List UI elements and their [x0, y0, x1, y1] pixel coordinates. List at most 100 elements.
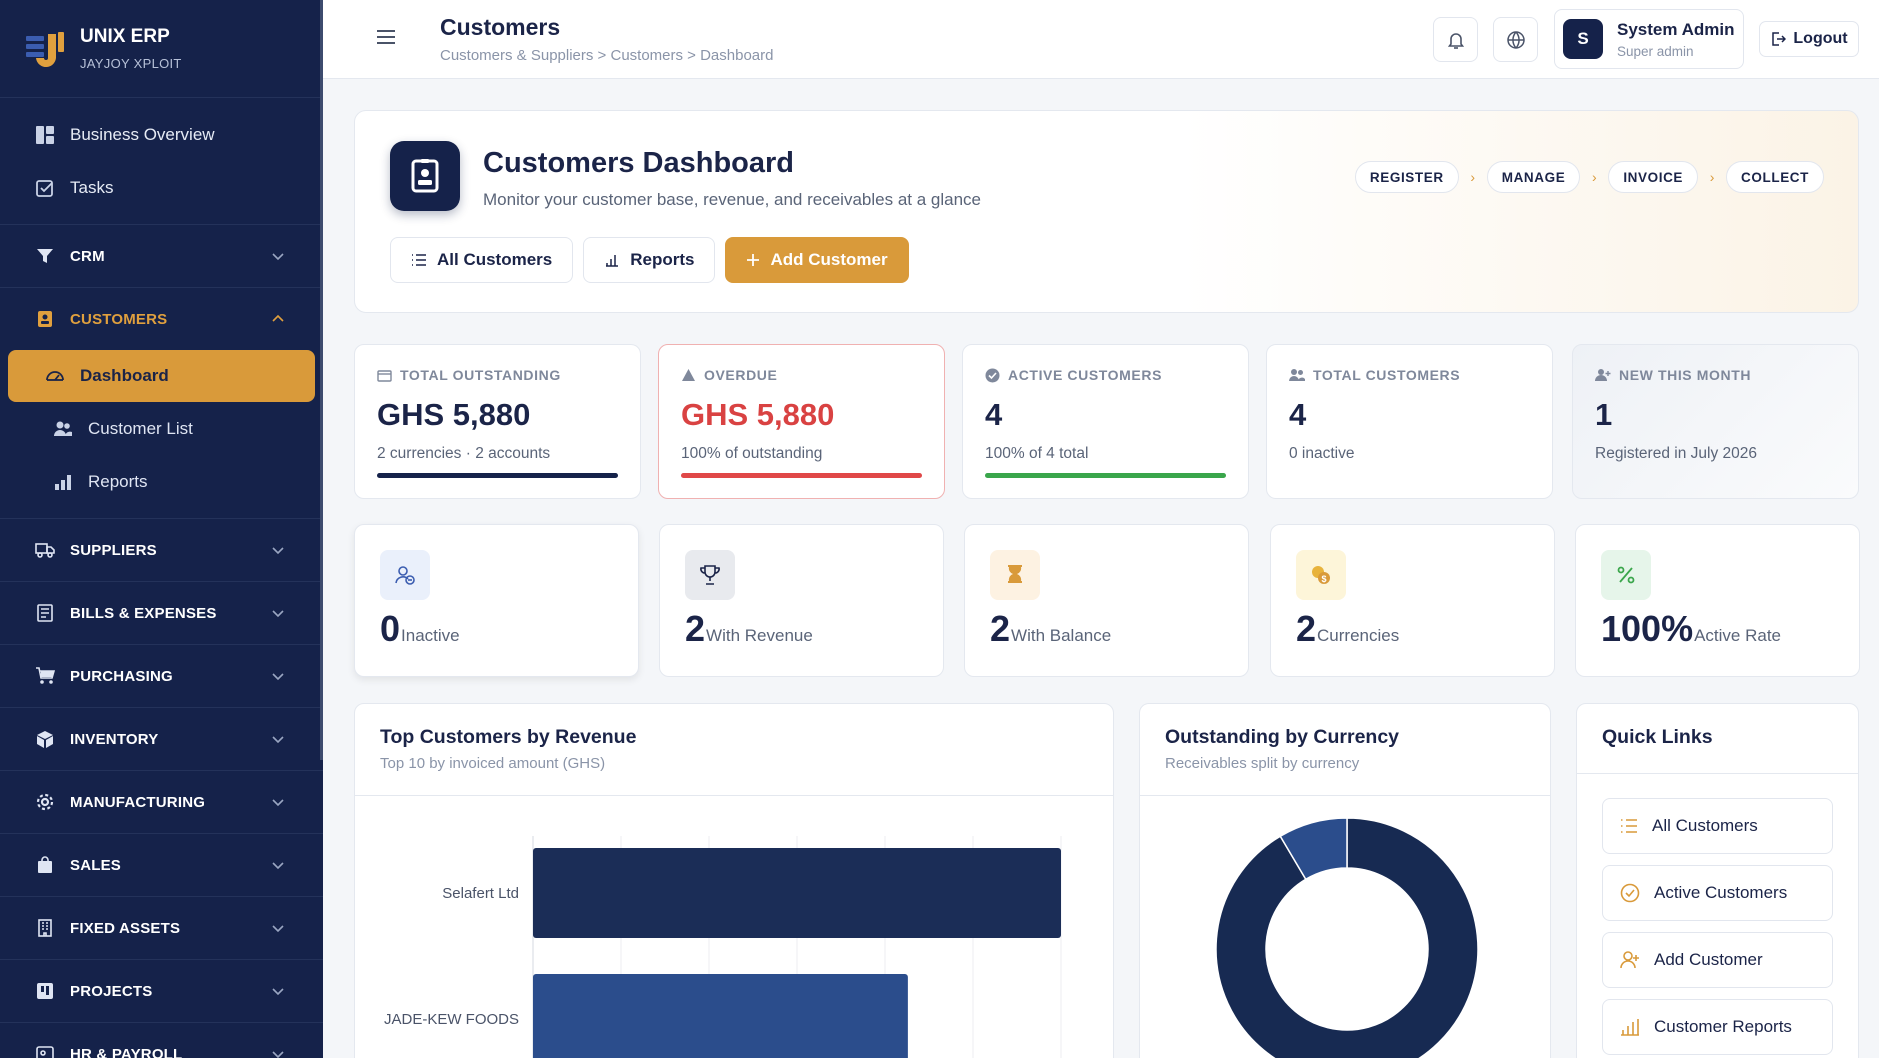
sidebar-section-inventory[interactable]: INVENTORY — [0, 707, 323, 770]
sidebar-section-bills-expenses[interactable]: BILLS & EXPENSES — [0, 581, 323, 644]
avatar: S — [1563, 19, 1603, 59]
all-customers-button[interactable]: All Customers — [390, 237, 574, 283]
unix-erp-logo-icon — [26, 31, 64, 67]
sidebar-item-business-overview[interactable]: Business Overview — [0, 108, 323, 161]
sidebar-section-label: PURCHASING — [70, 667, 173, 685]
add-customer-label: Add Customer — [770, 250, 888, 269]
sidebar-scrollbar[interactable] — [320, 0, 323, 760]
chevron-down-icon — [272, 253, 284, 261]
brand-name: UNIX ERP — [80, 26, 170, 47]
sidebar-section-label: SALES — [70, 856, 122, 874]
flow-step-invoice: INVOICE — [1608, 161, 1699, 193]
mini-value: 0 — [380, 608, 401, 649]
chevron-down-icon — [272, 610, 284, 618]
sidebar-item-customer-list[interactable]: Customer List — [8, 402, 315, 455]
brand[interactable]: UNIX ERP JAYJOY XPLOIT — [0, 0, 323, 98]
panel-subtitle: Top 10 by invoiced amount (GHS) — [380, 755, 606, 772]
stat-value: 4 — [985, 397, 1003, 432]
sidebar-item-reports[interactable]: Reports — [8, 455, 315, 508]
sidebar-section-label: SUPPLIERS — [70, 541, 157, 559]
notifications-button[interactable] — [1433, 17, 1478, 62]
sidebar-section-projects[interactable]: PROJECTS — [0, 959, 323, 1022]
users-icon — [1289, 369, 1305, 381]
quick-link-label: Active Customers — [1654, 883, 1788, 902]
quick-link-customer-reports[interactable]: Customer Reports — [1602, 999, 1833, 1055]
panel-quick-links: Quick Links All Customers Active Custome… — [1576, 703, 1859, 1058]
category-tick-label: Selafert Ltd — [442, 885, 519, 902]
sidebar-section-fixed-assets[interactable]: FIXED ASSETS — [0, 896, 323, 959]
sidebar-section-sales[interactable]: SALES — [0, 833, 323, 896]
sidebar-section-hr-payroll[interactable]: HR & PAYROLL — [0, 1022, 323, 1058]
mini-label: With Revenue — [706, 626, 813, 645]
plus-icon — [747, 254, 760, 266]
mini-value: 2 — [990, 608, 1011, 649]
project-icon — [34, 980, 56, 1002]
sidebar-item-label: Tasks — [70, 177, 114, 197]
percent-icon — [1601, 550, 1651, 600]
mini-card-with-revenue[interactable]: 2 With Revenue — [659, 524, 944, 677]
mini-label: With Balance — [1011, 626, 1112, 645]
sidebar-section-customers[interactable]: CUSTOMERS — [0, 287, 323, 350]
top-customers-bar-chart: Selafert Ltd JADE-KEW FOODS — [384, 836, 1062, 1058]
reports-button[interactable]: Reports — [583, 237, 716, 283]
dashboard-subtitle: Monitor your customer base, revenue, and… — [483, 190, 981, 209]
mini-card-with-balance[interactable]: 2 With Balance — [964, 524, 1249, 677]
bell-icon — [1447, 32, 1464, 49]
sidebar-section-purchasing[interactable]: PURCHASING — [0, 644, 323, 707]
sidebar-section-label: CUSTOMERS — [70, 310, 168, 328]
progress-bar-fill — [377, 473, 618, 478]
sidebar-item-dashboard[interactable]: Dashboard — [8, 350, 315, 402]
stat-card-new-this-month[interactable]: NEW THIS MONTH 1 Registered in July 2026 — [1572, 344, 1859, 499]
breadcrumb: Customers & Suppliers > Customers > Dash… — [440, 47, 774, 64]
quick-link-add-customer[interactable]: Add Customer — [1602, 932, 1833, 988]
sidebar-item-label: Customer List — [88, 418, 193, 438]
hamburger-menu-icon[interactable] — [375, 26, 397, 48]
mini-card-inactive[interactable]: 0 Inactive — [354, 524, 639, 677]
dashboard-hero: Customers Dashboard Monitor your custome… — [354, 110, 1859, 313]
svg-text:$: $ — [1321, 574, 1326, 584]
stat-card-active-customers[interactable]: ACTIVE CUSTOMERS 4 100% of 4 total — [962, 344, 1249, 499]
stat-card-overdue[interactable]: OVERDUE GHS 5,880 100% of outstanding — [658, 344, 945, 499]
quick-link-label: Add Customer — [1654, 950, 1763, 969]
mini-label: Currencies — [1317, 626, 1400, 645]
quick-link-active-customers[interactable]: Active Customers — [1602, 865, 1833, 921]
user-menu[interactable]: S System Admin Super admin — [1554, 9, 1744, 69]
category-tick-label: JADE-KEW FOODS — [384, 1011, 519, 1028]
id-badge-icon — [34, 1043, 56, 1058]
wallet-icon — [377, 369, 392, 382]
list-icon — [1621, 819, 1637, 833]
quick-link-label: All Customers — [1652, 816, 1758, 835]
stat-value: GHS 5,880 — [377, 397, 531, 432]
sidebar-section-label: HR & PAYROLL — [70, 1045, 183, 1058]
warning-triangle-icon — [682, 369, 695, 381]
sidebar-section-label: PROJECTS — [70, 982, 153, 1000]
progress-bar — [377, 473, 618, 478]
dashboard-title: Customers Dashboard — [483, 147, 795, 179]
hourglass-icon — [990, 550, 1040, 600]
logout-button[interactable]: Logout — [1759, 21, 1859, 57]
stat-value: GHS 5,880 — [681, 397, 835, 432]
users-icon — [52, 418, 74, 440]
sidebar-section-manufacturing[interactable]: MANUFACTURING — [0, 770, 323, 833]
stat-card-total-customers[interactable]: TOTAL CUSTOMERS 4 0 inactive — [1266, 344, 1553, 499]
chevron-down-icon — [272, 925, 284, 933]
chevron-down-icon — [272, 1051, 284, 1058]
chevron-right-icon: › — [1470, 169, 1476, 185]
sidebar-item-tasks[interactable]: Tasks — [0, 161, 323, 214]
flow-step-register: REGISTER — [1354, 161, 1459, 193]
bar-chart-icon — [606, 255, 619, 267]
sidebar-section-crm[interactable]: CRM — [0, 224, 323, 287]
user-role: Super admin — [1617, 43, 1694, 59]
mini-card-currencies[interactable]: $ 2 Currencies — [1270, 524, 1555, 677]
language-button[interactable] — [1493, 17, 1538, 62]
flow-step-collect: COLLECT — [1726, 161, 1824, 193]
user-name: System Admin — [1617, 19, 1735, 39]
list-icon — [412, 254, 426, 266]
stat-label: NEW THIS MONTH — [1619, 367, 1752, 383]
mini-card-active-rate[interactable]: 100% Active Rate — [1575, 524, 1860, 677]
stat-card-total-outstanding[interactable]: TOTAL OUTSTANDING GHS 5,880 2 currencies… — [354, 344, 641, 499]
shopping-bag-icon — [34, 854, 56, 876]
quick-link-all-customers[interactable]: All Customers — [1602, 798, 1833, 854]
add-customer-button[interactable]: Add Customer — [725, 237, 909, 283]
sidebar-section-suppliers[interactable]: SUPPLIERS — [0, 518, 323, 581]
